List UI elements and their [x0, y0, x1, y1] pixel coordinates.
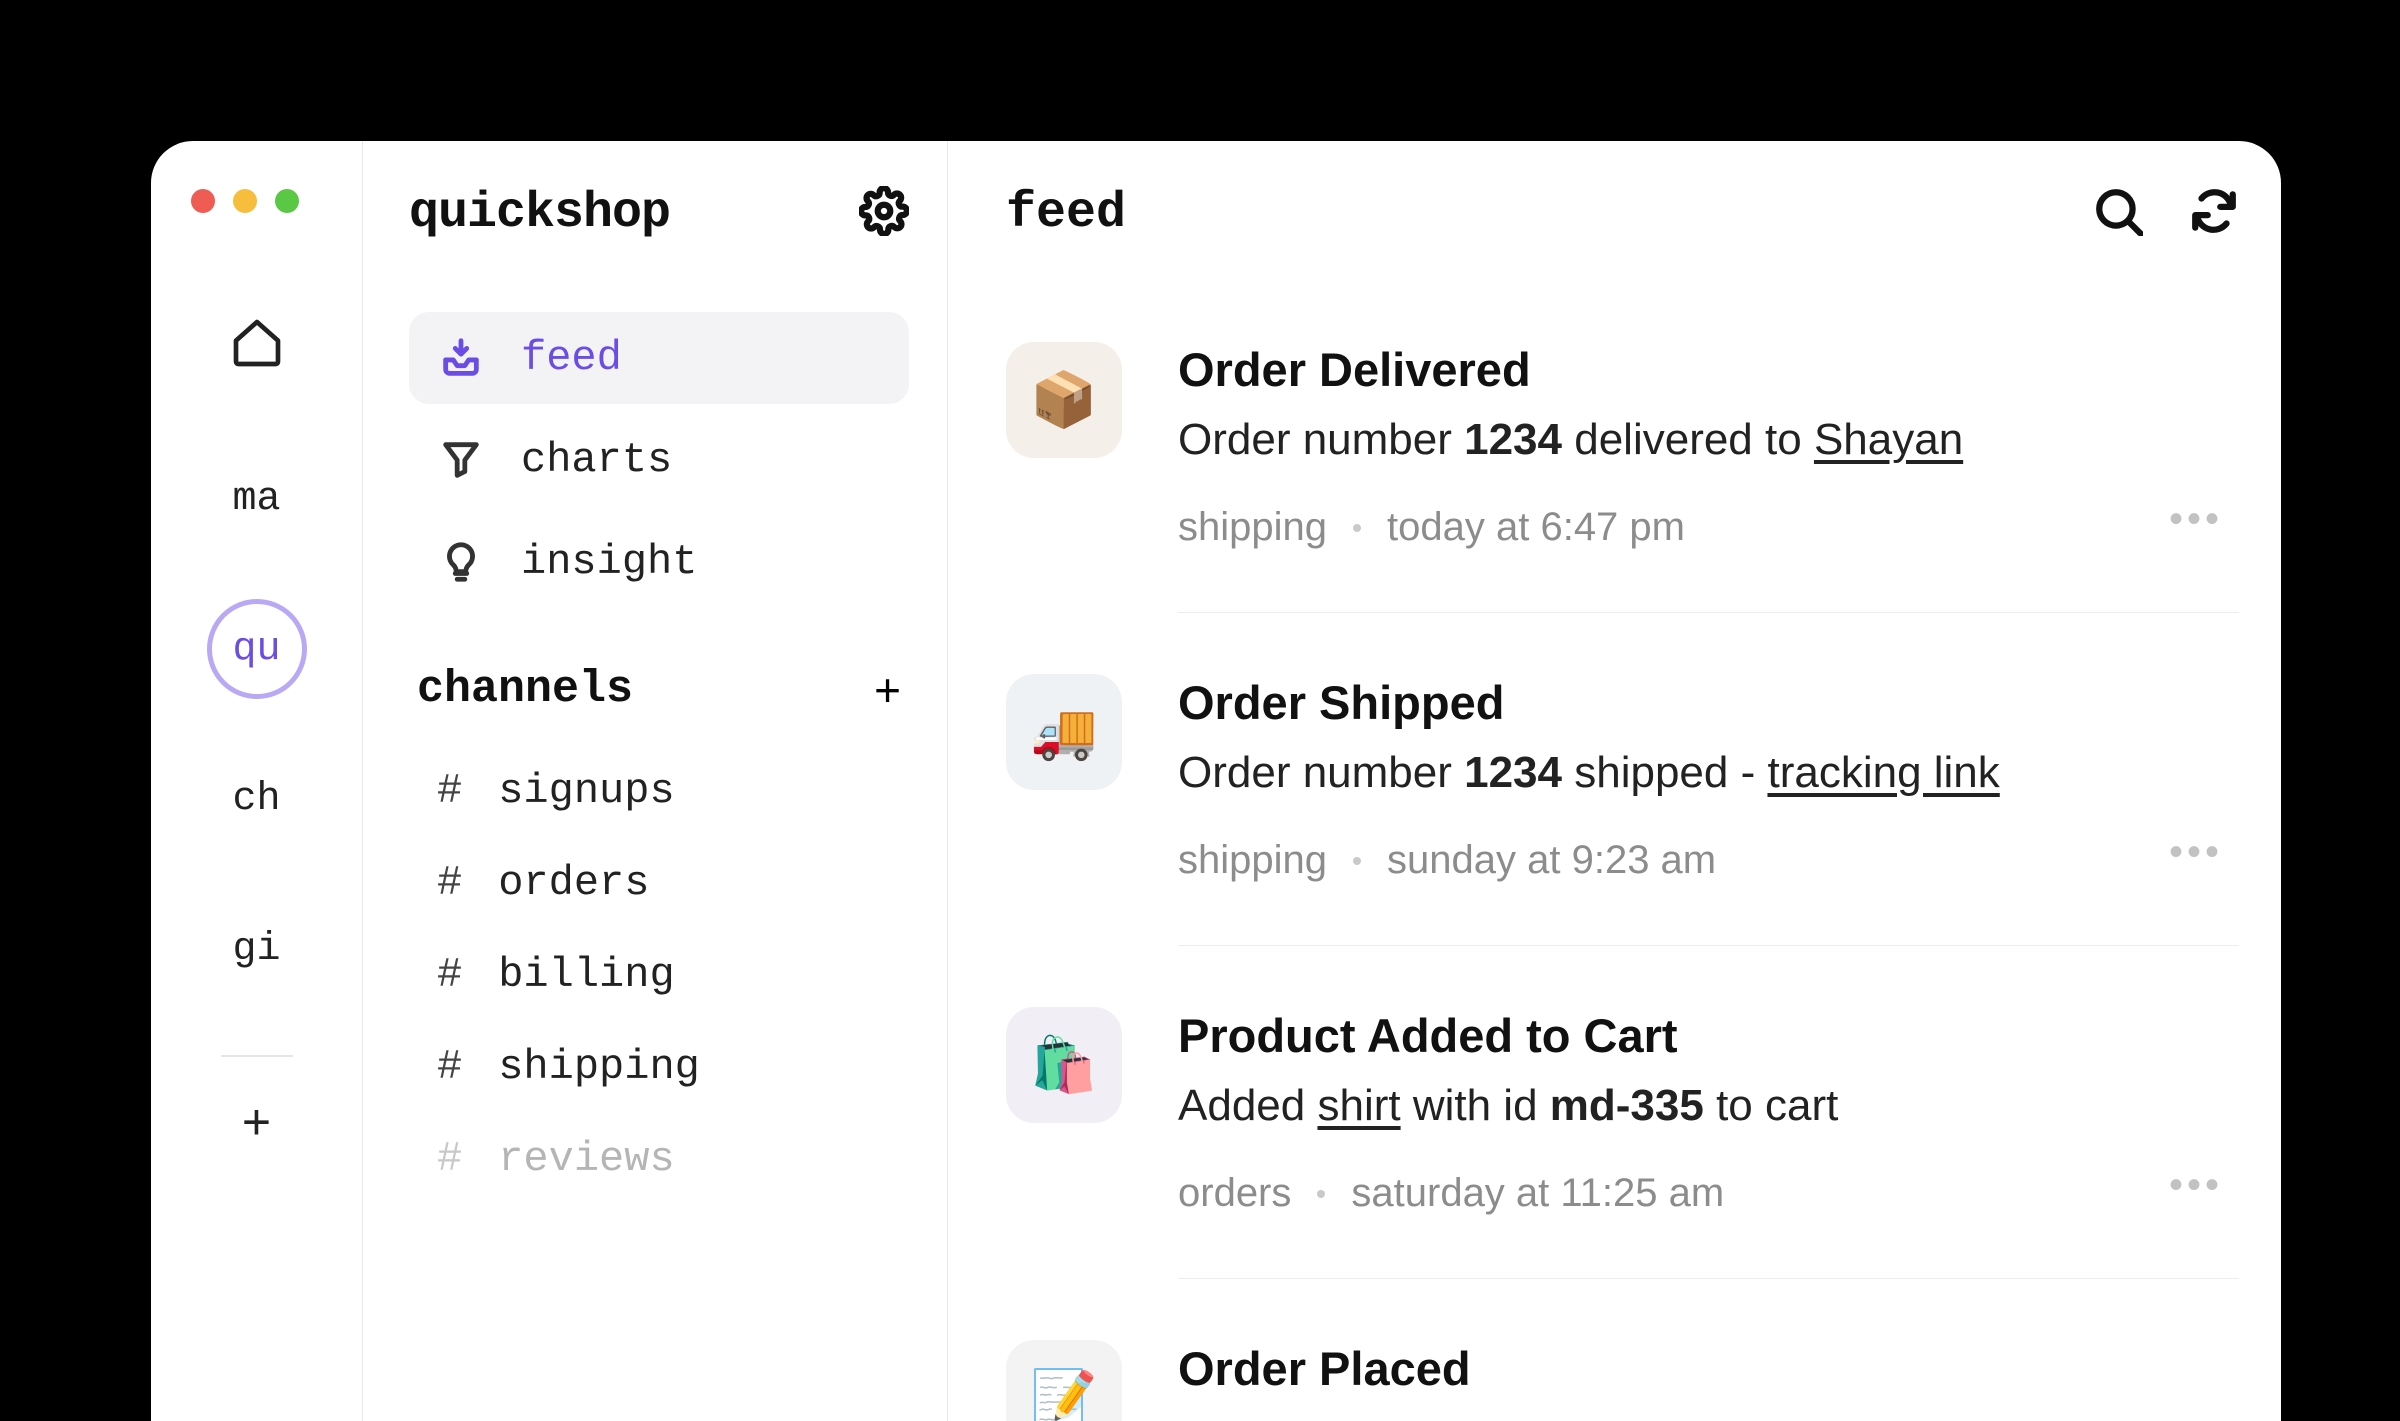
channels-title: channels — [417, 664, 633, 715]
feed-time: today at 6:47 pm — [1387, 505, 1685, 550]
hash-icon: # — [437, 1135, 462, 1183]
meta-dot-icon — [1353, 857, 1361, 865]
close-window-button[interactable] — [191, 189, 215, 213]
home-icon — [229, 315, 285, 384]
feed-item[interactable]: 🛍️ ••• Product Added to Cart Added shirt wi… — [1006, 945, 2239, 1278]
workspace-gi[interactable]: gi — [207, 899, 307, 999]
rail-divider — [221, 1055, 293, 1057]
nav-charts[interactable]: charts — [409, 414, 909, 506]
feed-title: Product Added to Cart — [1178, 1008, 2239, 1063]
channel-signups[interactable]: # signups — [409, 745, 909, 837]
add-channel-button[interactable]: + — [874, 667, 901, 713]
hash-icon: # — [437, 767, 462, 815]
feed-title: Order Delivered — [1178, 342, 2239, 397]
funnel-icon — [437, 436, 485, 484]
feed-body: Product Added to Cart Added shirt with id… — [1178, 945, 2239, 1278]
hash-icon: # — [437, 1043, 462, 1091]
feed-bold: md-335 — [1550, 1081, 1704, 1130]
shopping-bags-icon: 🛍️ — [1006, 1007, 1122, 1123]
feed-description: Added shirt with id md-335 to cart — [1178, 1081, 2239, 1131]
feed-item[interactable]: 📦 ••• Order Delivered Order number 1234 del… — [1006, 342, 2239, 612]
channel-label: reviews — [498, 1135, 674, 1183]
main-actions — [2093, 186, 2239, 241]
channel-label: billing — [498, 951, 674, 999]
search-button[interactable] — [2093, 186, 2143, 241]
traffic-lights — [191, 189, 299, 213]
refresh-icon — [2189, 186, 2239, 241]
channel-orders[interactable]: # orders — [409, 837, 909, 929]
feed-item[interactable]: 🚚 ••• Order Shipped Order number 1234 shipp… — [1006, 612, 2239, 945]
workspace-rail: ma qu ch gi + — [151, 141, 363, 1421]
feed-meta: orders saturday at 11:25 am — [1178, 1171, 2239, 1216]
channel-shipping[interactable]: # shipping — [409, 1021, 909, 1113]
meta-dot-icon — [1353, 524, 1361, 532]
feed-time: saturday at 11:25 am — [1351, 1171, 1724, 1216]
minimize-window-button[interactable] — [233, 189, 257, 213]
feed-meta: shipping sunday at 9:23 am — [1178, 838, 2239, 883]
search-icon — [2093, 186, 2143, 241]
nav-label: feed — [521, 334, 622, 382]
feed-meta: shipping today at 6:47 pm — [1178, 505, 2239, 550]
feed-link[interactable]: tracking link — [1767, 748, 1999, 797]
feed-channel[interactable]: shipping — [1178, 505, 1327, 550]
feed-title: Order Placed — [1178, 1341, 2239, 1396]
sidebar: quickshop feed charts insight — [363, 141, 948, 1421]
channels-header: channels + — [409, 664, 909, 715]
hash-icon: # — [437, 859, 462, 907]
feed-description: Order number 1234 delivered to Shayan — [1178, 415, 2239, 465]
page-title: feed — [1006, 185, 1126, 242]
workspace-label: ch — [232, 777, 280, 822]
nav-label: charts — [521, 436, 672, 484]
channel-label: orders — [498, 859, 649, 907]
feed-body: Order Delivered Order number 1234 deliver… — [1178, 342, 2239, 612]
feed-list: 📦 ••• Order Delivered Order number 1234 del… — [1006, 342, 2239, 1421]
settings-button[interactable] — [859, 186, 909, 241]
nav-feed[interactable]: feed — [409, 312, 909, 404]
main-panel: feed 📦 ••• Order Delivered Order number 123… — [948, 141, 2281, 1421]
note-icon: 📝 — [1006, 1340, 1122, 1421]
feed-item[interactable]: 📝 Order Placed — [1006, 1278, 2239, 1421]
feed-more-button[interactable]: ••• — [2169, 497, 2223, 542]
feed-link[interactable]: Shayan — [1814, 415, 1963, 464]
gear-icon — [859, 186, 909, 241]
home-button[interactable] — [207, 299, 307, 399]
channel-reviews[interactable]: # reviews — [409, 1113, 909, 1205]
feed-bold: 1234 — [1464, 748, 1562, 797]
package-icon: 📦 — [1006, 342, 1122, 458]
app-title: quickshop — [409, 185, 670, 242]
channel-label: signups — [498, 767, 674, 815]
feed-more-button[interactable]: ••• — [2169, 1163, 2223, 1208]
hash-icon: # — [437, 951, 462, 999]
refresh-button[interactable] — [2189, 186, 2239, 241]
workspace-qu[interactable]: qu — [207, 599, 307, 699]
feed-bold: 1234 — [1464, 415, 1562, 464]
feed-time: sunday at 9:23 am — [1387, 838, 1716, 883]
workspace-label: gi — [232, 927, 280, 972]
app-window: ma qu ch gi + quickshop feed — [151, 141, 2281, 1421]
workspace-label: qu — [232, 627, 280, 672]
main-header: feed — [1006, 185, 2239, 242]
maximize-window-button[interactable] — [275, 189, 299, 213]
feed-more-button[interactable]: ••• — [2169, 830, 2223, 875]
channel-label: shipping — [498, 1043, 700, 1091]
feed-channel[interactable]: shipping — [1178, 838, 1327, 883]
nav-label: insight — [521, 538, 697, 586]
feed-body: Order Placed — [1178, 1278, 2239, 1421]
sidebar-header: quickshop — [409, 185, 909, 242]
meta-dot-icon — [1317, 1190, 1325, 1198]
nav-insight[interactable]: insight — [409, 516, 909, 608]
workspace-ch[interactable]: ch — [207, 749, 307, 849]
feed-description: Order number 1234 shipped - tracking lin… — [1178, 748, 2239, 798]
feed-title: Order Shipped — [1178, 675, 2239, 730]
feed-body: Order Shipped Order number 1234 shipped -… — [1178, 612, 2239, 945]
feed-channel[interactable]: orders — [1178, 1171, 1291, 1216]
channel-billing[interactable]: # billing — [409, 929, 909, 1021]
workspace-label: ma — [232, 477, 280, 522]
truck-icon: 🚚 — [1006, 674, 1122, 790]
workspace-ma[interactable]: ma — [207, 449, 307, 549]
bulb-icon — [437, 538, 485, 586]
feed-link[interactable]: shirt — [1317, 1081, 1400, 1130]
add-workspace-button[interactable]: + — [242, 1097, 271, 1147]
inbox-icon — [437, 334, 485, 382]
